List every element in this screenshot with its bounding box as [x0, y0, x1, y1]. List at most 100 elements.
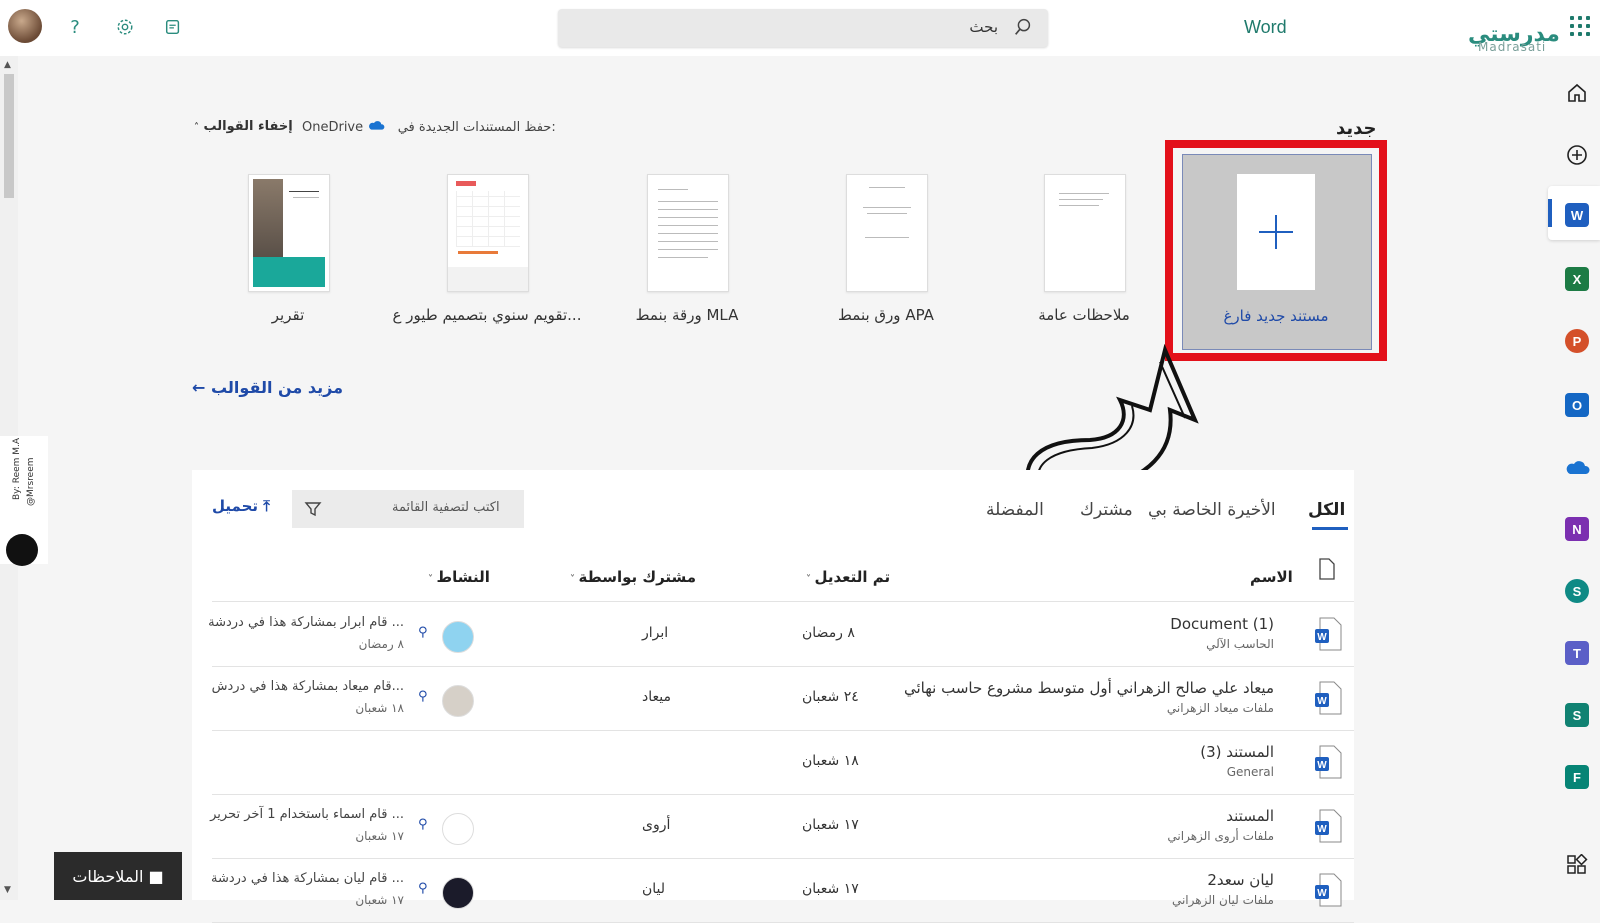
upload-label: تحميل	[212, 497, 259, 515]
avatar	[442, 621, 474, 653]
avatar	[442, 813, 474, 845]
more-templates-link[interactable]: ← مزيد من القوالب	[192, 378, 343, 397]
forms-app-icon[interactable]: F	[1558, 758, 1596, 796]
watermark-handle: @Mrsreem	[26, 457, 36, 507]
hide-templates-button[interactable]: ˄ إخفاء القوالب	[194, 119, 293, 134]
word-file-icon: W	[1315, 873, 1342, 907]
notes-label: الملاحظات	[72, 866, 144, 886]
create-icon[interactable]	[1558, 136, 1596, 174]
hide-templates-label: إخفاء القوالب	[203, 119, 293, 134]
scroll-down-arrow-icon[interactable]: ▼	[4, 885, 11, 895]
scrollbar-thumb[interactable]	[4, 74, 14, 198]
avatar	[442, 685, 474, 717]
file-row[interactable]: W المستند (3) General ١٨ شعبان	[212, 731, 1354, 794]
arrow-left-icon: ←	[192, 378, 206, 397]
help-icon[interactable]: ?	[64, 16, 86, 38]
share-icon: ⚲	[418, 625, 428, 640]
tab-favorites[interactable]: المفضلة	[986, 500, 1044, 520]
file-activity-date: ١٧ شعبان	[355, 829, 404, 843]
file-row[interactable]: W ميعاد علي صالح الزهراني أول متوسط مشروع…	[212, 667, 1354, 730]
word-app-icon[interactable]: W	[1558, 196, 1596, 234]
save-location-info[interactable]: OneDrive حفظ المستندات الجديدة في:	[302, 119, 556, 135]
column-shared-by[interactable]: ˅ مشترك بواسطة	[570, 568, 696, 586]
file-location: ملفات أروى الزهراني	[1167, 829, 1274, 843]
file-row[interactable]: W ليان سعد2 ملفات ليان الزهراني ١٧ شعبان ليا…	[211, 859, 1354, 922]
powerpoint-app-icon[interactable]: P	[1558, 322, 1596, 360]
file-name[interactable]: المستند (3)	[1200, 743, 1274, 761]
template-label-notes[interactable]: ملاحظات عامة	[979, 306, 1189, 324]
more-templates-label: مزيد من القوالب	[210, 378, 344, 397]
column-shared-by-label: مشترك بواسطة	[578, 568, 697, 586]
column-activity[interactable]: ˅ النشاط	[428, 568, 490, 586]
template-label-apa[interactable]: ورق بنمط APA	[781, 306, 991, 324]
file-location: General	[1226, 765, 1274, 779]
rail-active-indicator	[1548, 199, 1552, 227]
tab-all[interactable]: الكل	[1308, 500, 1345, 520]
file-name[interactable]: ليان سعد2	[1207, 871, 1274, 889]
template-thumbnail-report[interactable]	[248, 174, 330, 292]
svg-text:W: W	[1317, 824, 1327, 835]
onedrive-app-icon[interactable]	[1558, 448, 1596, 486]
tab-my-recent[interactable]: الأخيرة الخاصة بي	[1148, 500, 1276, 520]
excel-app-icon[interactable]: X	[1558, 260, 1596, 298]
file-location: ملفات ليان الزهراني	[1171, 893, 1274, 907]
user-avatar[interactable]	[8, 9, 42, 43]
onedrive-icon	[369, 121, 385, 130]
home-icon[interactable]	[1558, 74, 1596, 112]
file-name[interactable]: Document (1)	[1170, 615, 1274, 633]
template-label-report[interactable]: تقرير	[183, 306, 393, 324]
scroll-up-arrow-icon[interactable]: ▲	[4, 60, 11, 70]
file-location: الحاسب الآلي	[1206, 637, 1274, 651]
file-modified: ١٨ شعبان	[802, 753, 859, 769]
column-activity-label: النشاط	[436, 568, 490, 586]
search-label: بحث	[969, 18, 998, 36]
file-shared-by: ليان	[642, 881, 666, 897]
column-modified[interactable]: ˅ تم التعديل	[806, 568, 890, 586]
all-apps-icon[interactable]	[1558, 846, 1596, 884]
template-thumbnail-notes[interactable]	[1044, 174, 1126, 292]
annotation-highlight-box	[1165, 140, 1387, 361]
sharepoint-app-icon[interactable]: S	[1558, 572, 1596, 610]
onedrive-location[interactable]: OneDrive	[302, 120, 363, 135]
upload-arrow-icon: ⤒	[263, 497, 270, 515]
gear-icon[interactable]	[114, 16, 136, 38]
file-shared-by: ميعاد	[642, 689, 671, 705]
word-file-icon: W	[1315, 809, 1342, 843]
template-label-calendar[interactable]: تقويم سنوي بتصميم طيور ع...	[382, 306, 592, 324]
tab-shared[interactable]: مشترك	[1080, 500, 1133, 520]
onenote-app-icon[interactable]: N	[1558, 510, 1596, 548]
file-name[interactable]: المستند	[1226, 807, 1274, 825]
column-name[interactable]: الاسم	[1250, 568, 1293, 586]
filter-placeholder: اكتب لتصفية القائمة	[392, 500, 500, 515]
share-icon: ⚲	[418, 881, 428, 896]
file-location: ملفات ميعاد الزهراني	[1166, 701, 1274, 715]
outlook-app-icon[interactable]: O	[1558, 386, 1596, 424]
file-activity: قام ميعاد بمشاركة هذا في دردش...	[211, 679, 404, 694]
search-box[interactable]: بحث	[558, 9, 1048, 47]
word-file-icon: W	[1315, 617, 1342, 651]
file-modified: ١٧ شعبان	[802, 817, 859, 833]
file-row[interactable]: W المستند ملفات أروى الزهراني ١٧ شعبان أروى ⚲…	[210, 795, 1354, 858]
template-thumbnail-calendar[interactable]	[447, 174, 529, 292]
app-launcher-icon[interactable]	[1570, 16, 1590, 36]
save-info-prefix: حفظ المستندات الجديدة في:	[397, 120, 556, 135]
comment-icon: ■	[148, 866, 164, 886]
teams-app-icon[interactable]: T	[1558, 634, 1596, 672]
app-name[interactable]: Word	[1244, 17, 1287, 38]
svg-text:W: W	[1317, 888, 1327, 899]
word-file-icon: W	[1315, 745, 1342, 779]
sway-app-icon[interactable]: S	[1558, 696, 1596, 734]
filter-icon[interactable]	[304, 500, 322, 518]
notes-button[interactable]: الملاحظات ■	[54, 852, 182, 900]
file-activity: قام ليان بمشاركة هذا في دردشة ...	[211, 871, 404, 886]
feedback-icon[interactable]	[162, 16, 184, 38]
file-type-icon[interactable]	[1318, 558, 1336, 580]
file-row[interactable]: W Document (1) الحاسب الآلي ٨ رمضان ابرار ⚲ قا…	[208, 603, 1354, 666]
template-thumbnail-apa[interactable]	[846, 174, 928, 292]
template-thumbnail-mla[interactable]	[647, 174, 729, 292]
search-icon	[1015, 18, 1031, 35]
file-name[interactable]: ميعاد علي صالح الزهراني أول متوسط مشروع …	[904, 679, 1274, 697]
template-label-mla[interactable]: ورقة بنمط MLA	[582, 306, 792, 324]
upload-button[interactable]: تحميل ⤒	[212, 497, 270, 515]
file-activity-date: ١٨ شعبان	[355, 701, 404, 715]
